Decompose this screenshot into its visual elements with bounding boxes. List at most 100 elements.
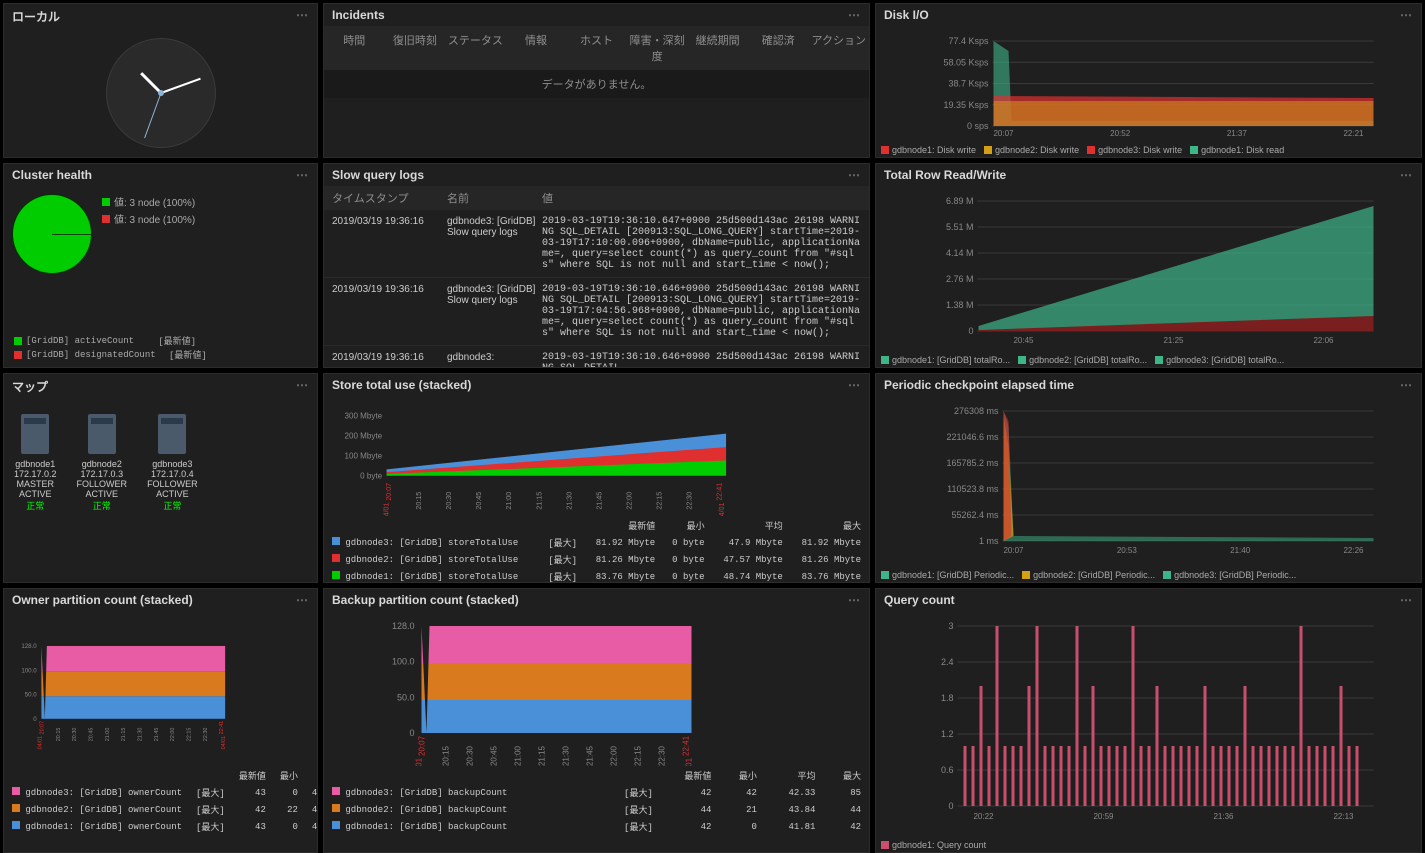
svg-text:22:00: 22:00	[625, 492, 633, 510]
svg-text:22:30: 22:30	[658, 745, 667, 766]
svg-text:58.05 Ksps: 58.05 Ksps	[943, 57, 989, 67]
svg-text:221046.6 ms: 221046.6 ms	[946, 432, 999, 442]
analog-clock	[4, 29, 317, 157]
panel-menu-icon[interactable]: ⋯	[848, 168, 861, 182]
col-severity[interactable]: 障害・深刻度	[627, 32, 688, 64]
checkpoint-panel: Periodic checkpoint elapsed time ⋯ 276308…	[875, 373, 1422, 583]
panel-menu-icon[interactable]: ⋯	[1400, 378, 1413, 392]
svg-text:0.6: 0.6	[941, 765, 954, 775]
panel-menu-icon[interactable]: ⋯	[296, 593, 309, 607]
col-info[interactable]: 情報	[506, 32, 567, 64]
svg-text:77.4 Ksps: 77.4 Ksps	[948, 36, 989, 46]
svg-text:2.76 M: 2.76 M	[946, 274, 974, 284]
svg-text:20:15: 20:15	[56, 728, 62, 742]
cluster-pie[interactable]	[12, 194, 92, 274]
incidents-empty: データがありません。	[324, 70, 869, 98]
svg-text:276308 ms: 276308 ms	[954, 406, 999, 416]
totalrow-legend: gdbnode1: [GridDB] totalRo... gdbnode2: …	[881, 355, 1416, 365]
col-timestamp[interactable]: タイムスタンプ	[332, 190, 447, 206]
svg-text:21:00: 21:00	[505, 492, 513, 510]
panel-menu-icon[interactable]: ⋯	[1400, 593, 1413, 607]
panel-title: Total Row Read/Write	[884, 168, 1006, 182]
node-item[interactable]: gdbnode1172.17.0.2MASTERACTIVE正常	[14, 414, 57, 512]
slowquery-rows[interactable]: 2019/03/19 19:36:16gdbnode3: [GridDB] Sl…	[324, 210, 869, 367]
server-icon	[158, 414, 186, 454]
svg-text:21:45: 21:45	[595, 492, 603, 510]
panel-menu-icon[interactable]: ⋯	[1400, 168, 1413, 182]
svg-text:1.38 M: 1.38 M	[946, 300, 974, 310]
owner-panel: Owner partition count (stacked)⋯ 128.010…	[3, 588, 318, 853]
log-row[interactable]: 2019/03/19 19:36:16gdbnode3:2019-03-19T1…	[324, 346, 869, 367]
col-status[interactable]: ステータス	[445, 32, 506, 64]
svg-text:0: 0	[33, 716, 37, 723]
svg-text:04/01: 04/01	[382, 502, 390, 516]
panel-title: Incidents	[332, 8, 385, 22]
svg-text:04/01: 04/01	[415, 757, 424, 766]
log-row[interactable]: 2019/03/19 19:36:16gdbnode3: [GridDB] Sl…	[324, 210, 869, 278]
svg-text:100.0: 100.0	[21, 667, 37, 674]
svg-text:0 sps: 0 sps	[967, 121, 989, 131]
svg-text:20:45: 20:45	[475, 492, 483, 510]
backup-chart[interactable]: 128.0100.050.00 20:0720:1520:3020:4521:0…	[324, 611, 869, 766]
panel-menu-icon[interactable]: ⋯	[1400, 8, 1413, 22]
cluster-health-panel: Cluster health⋯ 値: 3 node (100%) 値: 3 no…	[3, 163, 318, 368]
panel-title: Disk I/O	[884, 8, 929, 22]
svg-text:0: 0	[968, 326, 973, 336]
diskio-panel: Disk I/O⋯ 77.4 Ksps58.05 Ksps38.7 Ksps19…	[875, 3, 1422, 158]
totalrow-chart[interactable]: 6.89 M5.51 M4.14 M2.76 M1.38 M0 20:4521:…	[876, 186, 1421, 346]
svg-text:21:36: 21:36	[1213, 812, 1234, 821]
panel-menu-icon[interactable]: ⋯	[848, 378, 861, 392]
node-item[interactable]: gdbnode3172.17.0.4FOLLOWERACTIVE正常	[147, 414, 198, 512]
cluster-bottom-legend: [GridDB] activeCount [最新値] [GridDB] desi…	[14, 334, 307, 362]
col-name[interactable]: 名前	[447, 190, 542, 206]
svg-text:128.0: 128.0	[21, 643, 37, 650]
svg-text:22:41: 22:41	[682, 735, 691, 756]
node-item[interactable]: gdbnode2172.17.0.3FOLLOWERACTIVE正常	[77, 414, 128, 512]
checkpoint-legend: gdbnode1: [GridDB] Periodic... gdbnode2:…	[881, 570, 1416, 580]
owner-chart[interactable]: 128.0100.050.00 20:0720:1520:3020:4521:0…	[4, 611, 317, 766]
col-time[interactable]: 時間	[324, 32, 385, 64]
panel-menu-icon[interactable]: ⋯	[848, 593, 861, 607]
querycount-chart[interactable]: 32.41.81.20.60 20:2220:5921:3622:13	[876, 611, 1421, 826]
cluster-pie-legend: 値: 3 node (100%) 値: 3 node (100%)	[102, 194, 195, 274]
checkpoint-chart[interactable]: 276308 ms221046.6 ms165785.2 ms110523.8 …	[876, 396, 1421, 556]
diskio-chart[interactable]: 77.4 Ksps58.05 Ksps38.7 Ksps19.35 Ksps0 …	[876, 26, 1421, 136]
clock-panel: ローカル ⋯	[3, 3, 318, 158]
incidents-header: 時間 復旧時刻 ステータス 情報 ホスト 障害・深刻度 継続期間 確認済 アクシ…	[324, 26, 869, 70]
panel-title: ローカル	[12, 8, 60, 25]
backup-panel: Backup partition count (stacked)⋯ 128.01…	[323, 588, 870, 853]
querycount-legend: gdbnode1: Query count	[881, 840, 1416, 850]
col-ack[interactable]: 確認済	[748, 32, 809, 64]
svg-text:22:00: 22:00	[170, 728, 176, 742]
col-duration[interactable]: 継続期間	[687, 32, 748, 64]
svg-text:21:45: 21:45	[586, 745, 595, 766]
svg-text:20:52: 20:52	[1110, 129, 1131, 136]
svg-text:21:30: 21:30	[565, 492, 573, 510]
svg-text:20:07: 20:07	[1003, 546, 1024, 555]
backup-stats: 最新値最小平均最大 gdbnode3: [GridDB] backupCount…	[324, 766, 869, 836]
svg-text:22:15: 22:15	[655, 492, 663, 510]
svg-text:04/01: 04/01	[221, 736, 227, 750]
panel-menu-icon[interactable]: ⋯	[848, 8, 861, 22]
log-row[interactable]: 2019/03/19 19:36:16gdbnode3: [GridDB] Sl…	[324, 278, 869, 346]
svg-text:22:06: 22:06	[1313, 336, 1334, 345]
querycount-panel: Query count⋯ 32.41.81.20.60 20:2220:5921…	[875, 588, 1422, 853]
panel-title: Periodic checkpoint elapsed time	[884, 378, 1074, 392]
storetotal-panel: Store total use (stacked)⋯ 300 Mbyte200 …	[323, 373, 870, 583]
server-icon	[21, 414, 49, 454]
panel-title: マップ	[12, 378, 48, 395]
storetotal-chart[interactable]: 300 Mbyte200 Mbyte100 Mbyte0 byte 20:072…	[324, 396, 869, 516]
col-action[interactable]: アクション	[809, 32, 870, 64]
svg-text:0 byte: 0 byte	[360, 471, 382, 480]
panel-menu-icon[interactable]: ⋯	[296, 168, 309, 182]
svg-text:110523.8 ms: 110523.8 ms	[947, 484, 999, 494]
panel-menu-icon[interactable]: ⋯	[296, 8, 309, 25]
col-recovery[interactable]: 復旧時刻	[385, 32, 446, 64]
col-value[interactable]: 値	[542, 190, 861, 206]
svg-text:50.0: 50.0	[397, 692, 415, 702]
svg-text:21:00: 21:00	[105, 728, 111, 742]
panel-menu-icon[interactable]: ⋯	[296, 378, 309, 395]
col-host[interactable]: ホスト	[566, 32, 627, 64]
svg-text:20:59: 20:59	[1093, 812, 1114, 821]
svg-text:21:30: 21:30	[137, 728, 143, 742]
